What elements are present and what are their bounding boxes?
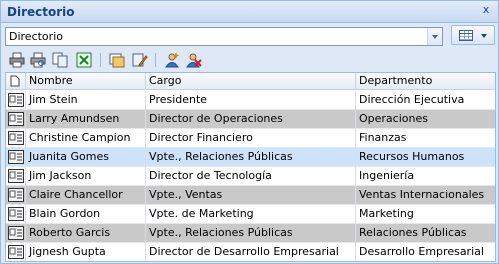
contact-card-icon [8,93,24,107]
contact-card-icon [8,112,24,126]
directory-window: Directorio x Directorio Nombre Cargo Dep… [0,0,499,264]
cell-departamento: Finanzas [359,131,407,144]
table-row[interactable]: Claire Chancellor Vpte., Ventas Ventas Int… [6,186,495,205]
table-row[interactable]: Blain Gordon Vpte. de Marketing Marketing [6,205,495,224]
contact-card-cell [6,91,26,110]
close-icon[interactable]: x [480,4,492,16]
cell-nombre: Blain Gordon [26,205,146,224]
contact-card-cell [6,129,26,148]
cell-cargo: Vpte., Relaciones Públicas [146,148,356,167]
cell-nombre: Jim Jackson [26,167,146,186]
cell-nombre: Claire Chancellor [26,186,146,205]
edit-icon[interactable] [132,52,148,68]
document-icon [10,75,20,87]
cell-departamento: Ventas Internacionales [359,188,485,201]
contact-card-icon [8,207,24,221]
contact-card-cell [6,186,26,205]
cell-cargo: Vpte. de Marketing [146,205,356,224]
cell-cargo: Director de Desarrollo Empresarial [146,243,356,261]
table-row[interactable]: Juanita Gomes Vpte., Relaciones Públicas R… [6,148,495,167]
view-mode-button[interactable] [451,25,495,45]
cell-cargo: Director Financiero [146,129,356,148]
cell-cargo: Presidente [146,91,356,110]
cell-departamento: Dirección Ejecutiva [359,93,465,106]
contact-card-cell [6,243,26,261]
chevron-down-icon [481,34,487,38]
cell-departamento: Desarrollo Empresarial [359,245,484,258]
contact-card-icon [8,188,24,202]
contact-card-icon [8,226,24,240]
contact-card-icon [8,131,24,145]
window-title: Directorio [7,5,75,19]
cell-cargo: Director de Operaciones [146,110,356,129]
cell-departamento: Recursos Humanos [359,150,465,163]
cell-nombre: Jignesh Gupta [26,243,146,261]
directory-combo-value: Directorio [9,30,63,43]
contact-card-cell [6,167,26,186]
remove-user-icon[interactable] [186,52,202,68]
grid-view-icon [459,30,473,41]
cell-departamento: Ingeniería [359,169,415,182]
print-preview-icon[interactable] [30,52,46,68]
group-icon[interactable] [109,52,125,68]
table-row[interactable]: Jim Jackson Director de Tecnología Ingenie… [6,167,495,186]
contact-card-cell [6,224,26,243]
toolbar-separator [155,53,156,67]
table-row[interactable]: Christine Campion Director Financiero Fina… [6,129,495,148]
cell-cargo: Vpte., Relaciones Públicas [146,224,356,243]
column-icon-header[interactable] [6,73,26,89]
cell-departamento: Relaciones Públicas [359,226,467,239]
contact-card-icon [8,245,24,259]
cell-nombre: Roberto Garcis [26,224,146,243]
directory-grid: Nombre Cargo Departmento Jim Stein Presid… [5,72,496,262]
table-row[interactable]: Roberto Garcis Vpte., Relaciones Públicas… [6,224,495,243]
title-bar: Directorio x [1,1,498,23]
directory-combo[interactable]: Directorio [5,27,443,46]
contact-card-cell [6,110,26,129]
table-row[interactable]: Larry Amundsen Director de Operaciones Ope… [6,110,495,129]
excel-export-icon[interactable] [76,52,92,68]
copy-icon[interactable] [52,52,68,68]
chevron-down-icon[interactable] [427,28,442,45]
cell-nombre: Larry Amundsen [26,110,146,129]
add-user-icon[interactable] [164,52,180,68]
contact-card-icon [8,150,24,164]
contact-card-cell [6,205,26,224]
print-icon[interactable] [9,52,25,68]
cell-nombre: Christine Campion [26,129,146,148]
cell-departamento: Operaciones [359,112,428,125]
table-row[interactable]: Jignesh Gupta Director de Desarrollo Empr… [6,243,495,261]
contact-card-cell [6,148,26,167]
column-header-nombre[interactable]: Nombre [26,73,146,89]
cell-nombre: Jim Stein [26,91,146,110]
column-header-cargo[interactable]: Cargo [146,73,356,89]
cell-departamento: Marketing [359,207,414,220]
contact-card-icon [8,169,24,183]
grid-header: Nombre Cargo Departmento [6,73,495,90]
cell-cargo: Vpte., Ventas [146,186,356,205]
toolbar [5,50,495,70]
column-header-departamento[interactable]: Departmento [356,73,495,89]
cell-nombre: Juanita Gomes [26,148,146,167]
cell-cargo: Director de Tecnología [146,167,356,186]
toolbar-separator [100,53,101,67]
table-row[interactable]: Jim Stein Presidente Dirección Ejecutiva [6,91,495,110]
